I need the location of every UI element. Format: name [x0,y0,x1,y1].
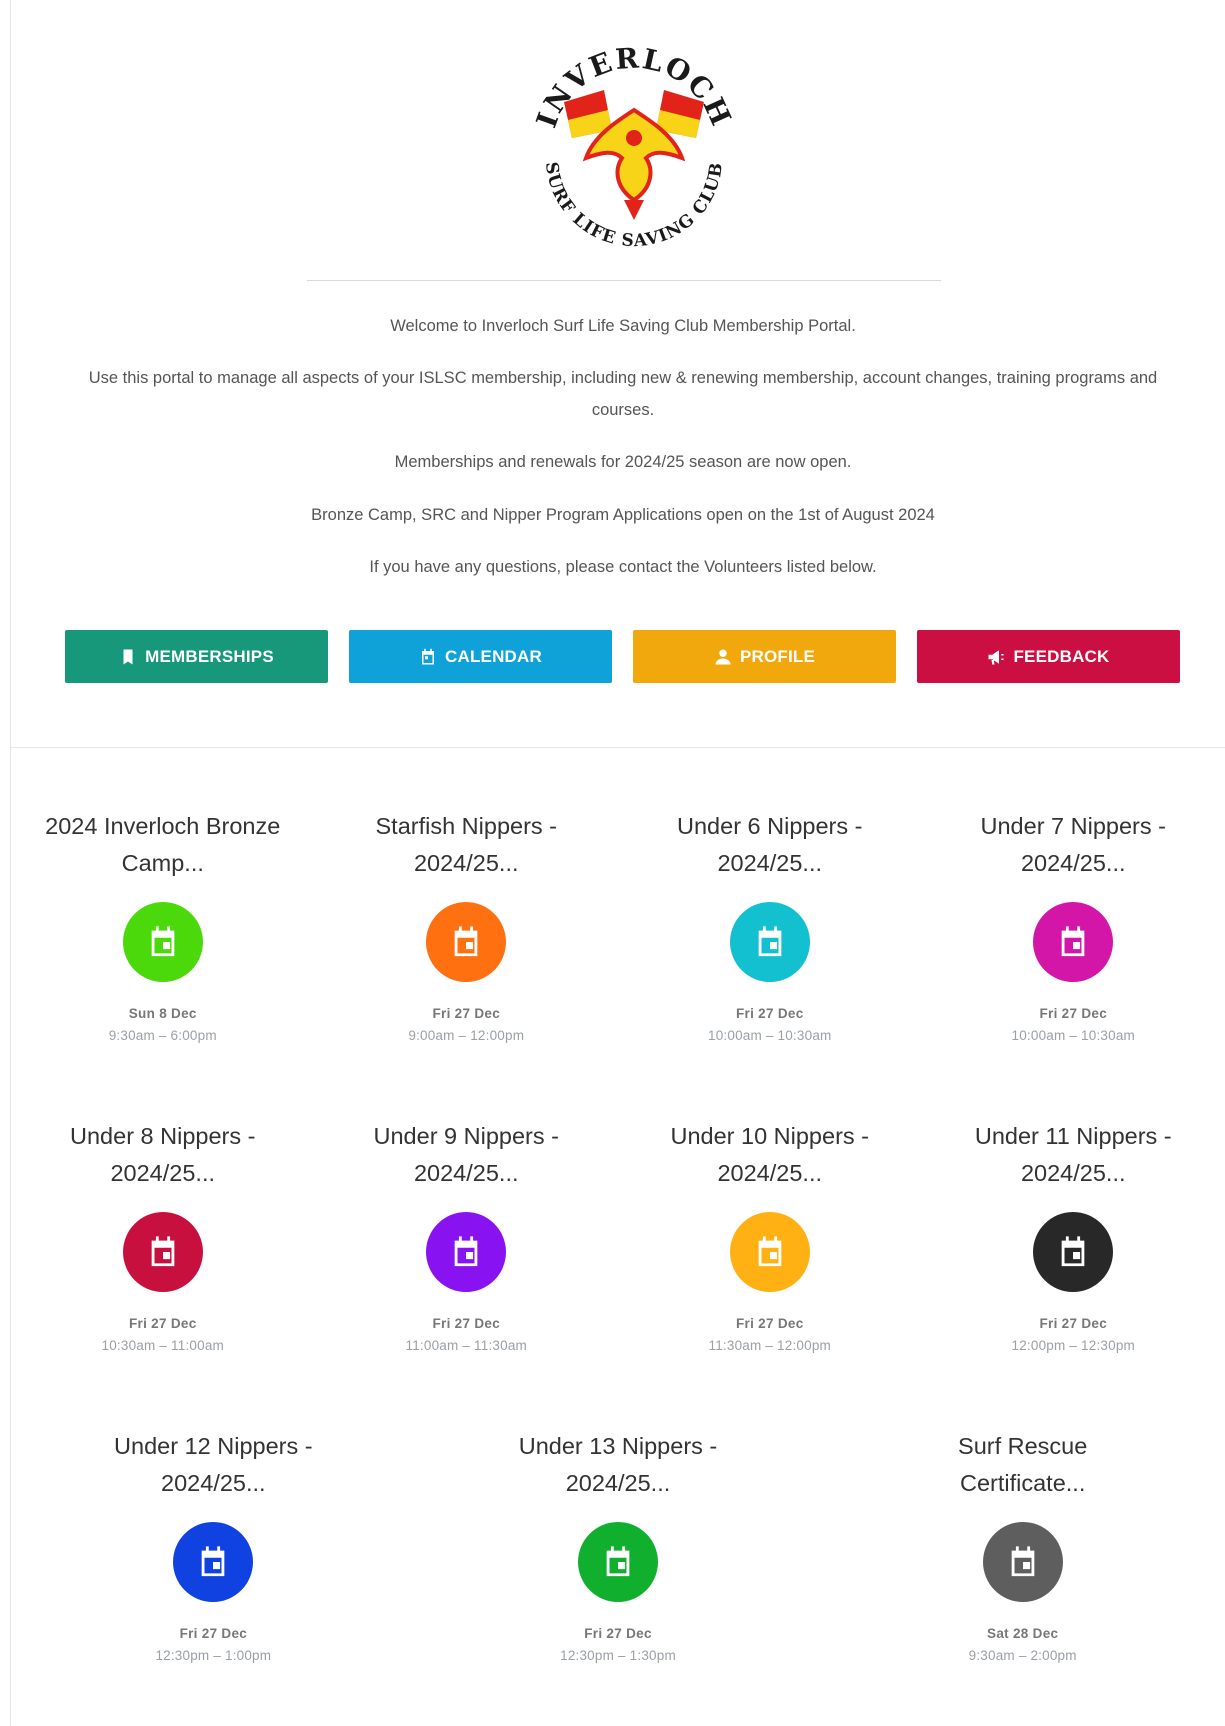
event-date: Fri 27 Dec [735,1006,804,1021]
event-time: 10:00am – 10:30am [708,1028,832,1043]
event-calendar-badge[interactable] [426,1212,507,1292]
event-date: Fri 27 Dec [584,1626,652,1641]
event-title[interactable]: 2024 Inverloch Bronze Camp... [43,808,283,882]
event-calendar-badge[interactable] [1033,902,1114,982]
profile-button[interactable]: PROFILE [633,630,896,683]
club-logo: INVERLOCH SURF LIFE SAVING CLUB [524,40,744,260]
header-divider [307,280,941,281]
event-date: Fri 27 Dec [432,1316,501,1331]
event-date: Fri 27 Dec [1039,1006,1108,1021]
bookmark-icon [123,649,133,664]
event-time: 10:00am – 10:30am [1011,1028,1135,1043]
event-card[interactable]: Under 11 Nippers - 2024/25... Fri 27 Dec… [922,1118,1225,1353]
event-title[interactable]: Under 9 Nippers - 2024/25... [346,1118,586,1192]
event-time: 12:30pm – 1:30pm [560,1648,676,1663]
event-date: Sat 28 Dec [987,1626,1059,1641]
intro-contact: If you have any questions, please contac… [369,558,877,576]
event-time: 11:30am – 12:00pm [708,1338,831,1353]
event-title[interactable]: Under 12 Nippers - 2024/25... [93,1428,333,1502]
event-calendar-badge[interactable] [122,1212,203,1292]
calendar-icon [454,926,478,957]
event-title[interactable]: Starfish Nippers - 2024/25... [346,808,586,882]
event-card[interactable]: Under 9 Nippers - 2024/25... Fri 27 Dec … [315,1118,619,1353]
event-card[interactable]: Under 8 Nippers - 2024/25... Fri 27 Dec … [11,1118,315,1353]
event-card[interactable]: Under 12 Nippers - 2024/25... Fri 27 Dec… [11,1428,416,1663]
section-divider [11,747,1225,748]
nav-button-row: MEMBERSHIPS CALENDAR PROFILE FEEDBACK [65,630,1180,683]
calendar-icon [758,1236,782,1267]
intro-applications-open: Bronze Camp, SRC and Nipper Program Appl… [311,506,935,524]
memberships-button-label: MEMBERSHIPS [145,646,274,666]
event-calendar-badge[interactable] [982,1522,1063,1602]
event-date: Fri 27 Dec [432,1006,501,1021]
intro-description: Use this portal to manage all aspects of… [88,369,1158,419]
event-title[interactable]: Surf Rescue Certificate... [903,1428,1143,1502]
feedback-button-label: FEEDBACK [1013,646,1110,666]
event-card[interactable]: Under 6 Nippers - 2024/25... Fri 27 Dec … [618,808,922,1043]
event-card[interactable]: Under 10 Nippers - 2024/25... Fri 27 Dec… [618,1118,922,1353]
megaphone-icon [988,649,1004,664]
event-calendar-badge[interactable] [1033,1212,1114,1292]
event-card[interactable]: Under 13 Nippers - 2024/25... Fri 27 Dec… [416,1428,821,1663]
person-icon [715,649,731,664]
calendar-icon [151,1236,175,1267]
event-calendar-badge[interactable] [173,1522,254,1602]
event-card[interactable]: 2024 Inverloch Bronze Camp... Sun 8 Dec … [11,808,315,1043]
event-title[interactable]: Under 13 Nippers - 2024/25... [498,1428,738,1502]
calendar-icon [454,1236,478,1267]
event-card[interactable]: Under 7 Nippers - 2024/25... Fri 27 Dec … [922,808,1225,1043]
event-time: 12:30pm – 1:00pm [155,1648,272,1663]
calendar-button[interactable]: CALENDAR [349,630,612,683]
event-time: 12:00pm – 12:30pm [1011,1338,1135,1353]
intro-memberships-open: Memberships and renewals for 2024/25 sea… [394,453,852,471]
event-calendar-badge[interactable] [729,1212,810,1292]
calendar-icon [1061,1236,1085,1267]
event-calendar-badge[interactable] [426,902,507,982]
event-date: Fri 27 Dec [179,1626,248,1641]
feedback-button[interactable]: FEEDBACK [917,630,1180,683]
event-row-3: Under 12 Nippers - 2024/25... Fri 27 Dec… [11,1428,1225,1663]
calendar-icon [151,926,175,957]
calendar-button-label: CALENDAR [445,646,542,666]
memberships-button[interactable]: MEMBERSHIPS [65,630,328,683]
event-date: Fri 27 Dec [128,1316,197,1331]
event-date: Fri 27 Dec [1039,1316,1108,1331]
event-time: 9:30am – 6:00pm [108,1028,217,1043]
event-title[interactable]: Under 8 Nippers - 2024/25... [43,1118,283,1192]
event-title[interactable]: Under 6 Nippers - 2024/25... [650,808,890,882]
calendar-icon [606,1546,630,1577]
event-calendar-badge[interactable] [578,1522,658,1602]
calendar-icon [1061,926,1085,957]
calendar-icon [422,648,434,664]
event-card[interactable]: Starfish Nippers - 2024/25... Fri 27 Dec… [315,808,619,1043]
event-row-2: Under 8 Nippers - 2024/25... Fri 27 Dec … [11,1118,1225,1353]
event-date: Fri 27 Dec [735,1316,804,1331]
event-date: Sun 8 Dec [128,1006,197,1021]
event-title[interactable]: Under 11 Nippers - 2024/25... [953,1118,1193,1192]
event-row-1: 2024 Inverloch Bronze Camp... Sun 8 Dec … [11,808,1225,1043]
calendar-icon [758,926,782,957]
event-time: 11:00am – 11:30am [405,1338,527,1353]
event-calendar-badge[interactable] [729,902,810,982]
profile-button-label: PROFILE [739,646,816,666]
portal-header: INVERLOCH SURF LIFE SAVING CLUB Welcome … [11,0,1225,748]
event-card[interactable]: Surf Rescue Certificate... Sat 28 Dec 9:… [820,1428,1225,1663]
intro-welcome: Welcome to Inverloch Surf Life Saving Cl… [390,317,856,335]
event-title[interactable]: Under 10 Nippers - 2024/25... [650,1118,890,1192]
calendar-icon [201,1546,225,1577]
event-time: 9:00am – 12:00pm [408,1028,525,1043]
event-time: 10:30am – 11:00am [101,1338,224,1353]
event-time: 9:30am – 2:00pm [968,1648,1077,1663]
event-title[interactable]: Under 7 Nippers - 2024/25... [953,808,1193,882]
calendar-icon [1011,1546,1035,1577]
event-calendar-badge[interactable] [122,902,203,982]
club-logo-icon: INVERLOCH SURF LIFE SAVING CLUB [530,41,736,251]
